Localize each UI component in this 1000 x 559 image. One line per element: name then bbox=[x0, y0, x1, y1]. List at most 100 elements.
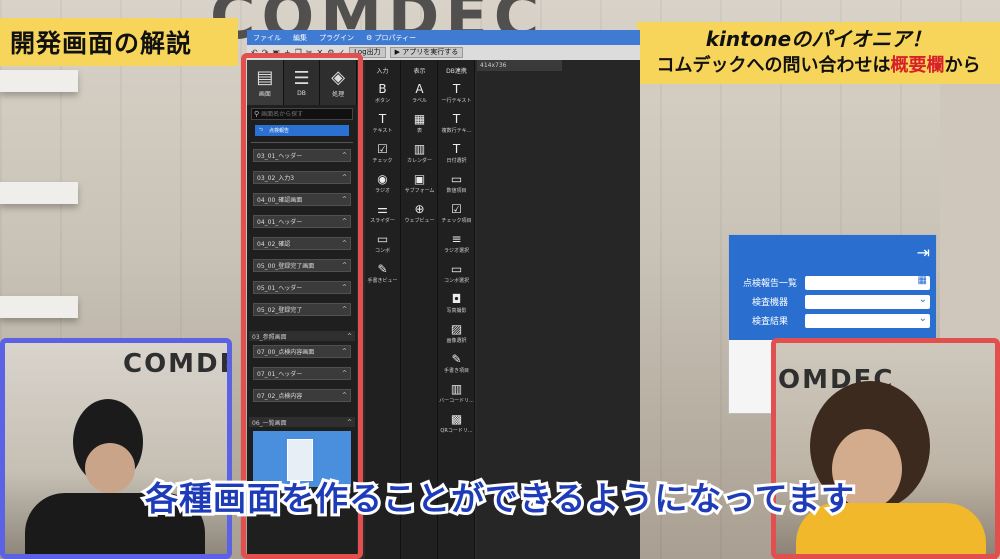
highlight-frame-left-camera bbox=[0, 338, 232, 559]
palette-item[interactable]: A ラベル bbox=[402, 81, 437, 111]
component-icon: ▥ bbox=[450, 382, 463, 396]
palette-item[interactable]: ▣ サブフォーム bbox=[402, 171, 437, 201]
palette-header: 表示 bbox=[413, 68, 426, 75]
palette-item-label: 数値項目 bbox=[446, 188, 467, 194]
palette-item[interactable]: ▭ コンボ bbox=[365, 231, 400, 261]
component-icon: ☑ bbox=[451, 202, 462, 216]
palette-item[interactable]: T 一行テキスト bbox=[439, 81, 474, 111]
palette-item[interactable]: ✎ 手書き項目 bbox=[439, 351, 474, 381]
palette-item-label: QRコードリ... bbox=[440, 428, 473, 434]
palette-item[interactable]: T 日付選択 bbox=[439, 141, 474, 171]
palette-item-label: 表 bbox=[416, 128, 422, 134]
palette-header: DB連携 bbox=[446, 68, 467, 75]
wall-shelf bbox=[0, 70, 78, 92]
component-icon: ▩ bbox=[450, 412, 463, 426]
palette-item[interactable]: ▨ 画像選択 bbox=[439, 321, 474, 351]
exit-icon[interactable]: ⇥ bbox=[917, 243, 930, 262]
palette-item[interactable]: B ボタン bbox=[365, 81, 400, 111]
result-select[interactable]: ⌄ bbox=[805, 313, 930, 328]
calendar-icon: ▦ bbox=[917, 274, 927, 286]
component-icon: ≡ bbox=[451, 232, 462, 246]
component-icon: ▥ bbox=[413, 142, 426, 156]
palette-item-label: 手書き項目 bbox=[443, 368, 469, 374]
title-banner-right: kintoneのパイオニア！ コムデックへの問い合わせは概要欄から bbox=[637, 22, 1000, 84]
component-icon: ◉ bbox=[377, 172, 388, 186]
menu-item-plugin[interactable]: プラグイン bbox=[319, 33, 354, 43]
component-icon: T bbox=[452, 82, 461, 96]
subtitle-part-1: 各種画面を作ることができる bbox=[142, 476, 588, 521]
palette-header: 入力 bbox=[376, 68, 389, 75]
palette-item-label: スライダー bbox=[370, 218, 395, 224]
form-label: 点検報告一覧 bbox=[742, 279, 797, 289]
palette-item[interactable]: ▥ カレンダー bbox=[402, 141, 437, 171]
palette-item[interactable]: ☑ チェック bbox=[365, 141, 400, 171]
title-banner-left: 開発画面の解説 bbox=[0, 18, 238, 66]
palette-item-label: チェック bbox=[372, 158, 393, 164]
palette-item-label: コンボ bbox=[374, 248, 390, 254]
component-icon: ▦ bbox=[413, 112, 426, 126]
banner-line-2-pre: コムデックへの問い合わせは bbox=[656, 55, 891, 76]
component-icon: ▨ bbox=[450, 322, 463, 336]
title-text: 開発画面の解説 bbox=[10, 29, 193, 58]
component-icon: ⊕ bbox=[414, 202, 425, 216]
palette-item[interactable]: ▦ 表 bbox=[402, 111, 437, 141]
component-icon: T bbox=[452, 142, 461, 156]
form-row: 検査機器 ⌄ bbox=[735, 292, 930, 311]
subtitle-part-2: ようになってます bbox=[583, 476, 857, 521]
subtitle: 各種画面を作ることができるようになってます bbox=[0, 472, 1000, 521]
component-icon: ⚌ bbox=[377, 202, 388, 216]
component-icon: ▭ bbox=[376, 232, 389, 246]
run-app-button[interactable]: ▶ アプリを実行する bbox=[389, 47, 464, 58]
form-label: 検査結果 bbox=[751, 317, 788, 327]
palette-item[interactable]: ▩ QRコードリ... bbox=[439, 411, 474, 441]
palette-item-label: 写真撮影 bbox=[446, 308, 467, 314]
mobile-form: 点検報告一覧 ▦ 検査機器 ⌄ 検査結果 ⌄ bbox=[729, 270, 936, 340]
component-icon: ◘ bbox=[451, 292, 462, 306]
palette-item-label: 複数行テキ... bbox=[441, 128, 472, 134]
palette-item[interactable]: ▭ 数値項目 bbox=[439, 171, 474, 201]
palette-item-label: チェック項目 bbox=[441, 218, 472, 224]
palette-item[interactable]: ⊕ ウェブビュー bbox=[402, 201, 437, 231]
wall-shelf bbox=[0, 296, 78, 318]
palette-item-label: ウェブビュー bbox=[404, 218, 435, 224]
menu-bar: ファイル 編集 プラグイン ⚙ プロパティー bbox=[247, 30, 640, 45]
palette-item[interactable]: T 複数行テキ... bbox=[439, 111, 474, 141]
menu-item-properties[interactable]: ⚙ プロパティー bbox=[366, 33, 416, 43]
palette-item[interactable]: ✎ 手書きビュー bbox=[365, 261, 400, 291]
menu-item-edit[interactable]: 編集 bbox=[293, 33, 307, 43]
palette-item[interactable]: ⚌ スライダー bbox=[365, 201, 400, 231]
palette-item[interactable]: T テキスト bbox=[365, 111, 400, 141]
component-icon: ▭ bbox=[450, 262, 463, 276]
wall-shelf bbox=[0, 182, 78, 204]
chevron-down-icon: ⌄ bbox=[918, 293, 927, 305]
mobile-header: ⇥ bbox=[729, 235, 936, 270]
palette-item-label: ボタン bbox=[374, 98, 390, 104]
component-icon: ☑ bbox=[377, 142, 388, 156]
component-icon: T bbox=[452, 112, 461, 126]
palette-item-label: テキスト bbox=[372, 128, 393, 134]
palette-item[interactable]: ◉ ラジオ bbox=[365, 171, 400, 201]
form-label: 検査機器 bbox=[751, 298, 788, 308]
palette-item[interactable]: ≡ ラジオ選択 bbox=[439, 231, 474, 261]
palette-item-label: 画像選択 bbox=[446, 338, 467, 344]
highlight-frame-right-camera bbox=[771, 338, 1000, 559]
palette-item-label: コンボ選択 bbox=[443, 278, 469, 284]
palette-item-label: カレンダー bbox=[406, 158, 432, 164]
palette-item-label: バーコードリ... bbox=[439, 398, 474, 404]
palette-item[interactable]: ◘ 写真撮影 bbox=[439, 291, 474, 321]
device-select[interactable]: ⌄ bbox=[805, 293, 930, 309]
palette-item[interactable]: ▭ コンボ選択 bbox=[439, 261, 474, 291]
date-field[interactable]: ▦ bbox=[805, 274, 930, 290]
palette-item[interactable]: ☑ チェック項目 bbox=[439, 201, 474, 231]
menu-item-file[interactable]: ファイル bbox=[253, 33, 281, 43]
palette-item-label: 一行テキスト bbox=[441, 98, 472, 104]
component-icon: ✎ bbox=[451, 352, 462, 366]
component-icon: ▭ bbox=[450, 172, 463, 186]
component-icon: ▣ bbox=[413, 172, 426, 186]
palette-item-label: ラジオ bbox=[375, 188, 390, 194]
palette-item[interactable]: ▥ バーコードリ... bbox=[439, 381, 474, 411]
form-row: 検査結果 ⌄ bbox=[735, 311, 930, 330]
banner-highlight: 概要欄 bbox=[890, 55, 945, 76]
banner-line-2: コムデックへの問い合わせは概要欄から bbox=[645, 53, 992, 79]
canvas-size-tab[interactable]: 414x736 bbox=[477, 60, 562, 71]
